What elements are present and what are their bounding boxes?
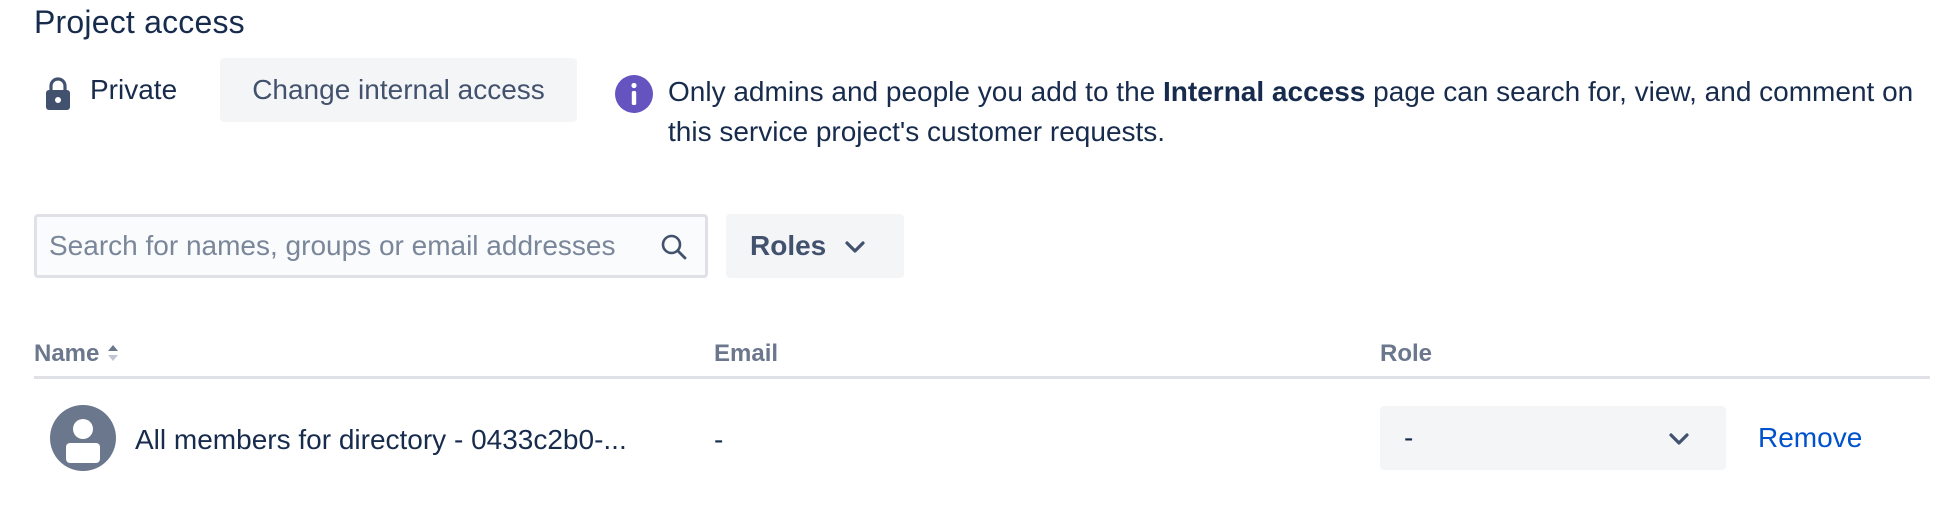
sort-ascending-icon[interactable] (106, 342, 120, 364)
chevron-down-icon (1669, 433, 1689, 445)
page-title: Project access (34, 4, 245, 40)
column-header-email: Email (714, 340, 779, 367)
member-name: All members for directory - 0433c2b0-... (135, 424, 627, 455)
search-input[interactable] (49, 217, 639, 275)
member-email: - (714, 424, 724, 455)
change-internal-access-button[interactable]: Change internal access (220, 58, 577, 122)
info-text-highlight: Internal access (1163, 76, 1366, 107)
access-status-label: Private (90, 74, 178, 105)
chevron-down-icon (845, 241, 865, 253)
access-info-message: Only admins and people you add to the In… (668, 72, 1933, 152)
column-header-role: Role (1380, 340, 1433, 367)
remove-member-link[interactable]: Remove (1758, 422, 1862, 454)
roles-filter-label: Roles (750, 230, 827, 261)
search-icon[interactable] (659, 232, 689, 262)
user-avatar-icon (50, 405, 116, 471)
role-select[interactable]: - (1380, 406, 1726, 470)
role-select-value: - (1404, 422, 1414, 453)
info-text-start: Only admins and people you add to the (668, 76, 1164, 107)
table-header-divider (34, 376, 1930, 379)
search-box (34, 214, 708, 278)
info-icon (615, 75, 653, 113)
column-header-name[interactable]: Name (34, 340, 99, 368)
roles-filter-dropdown[interactable]: Roles (726, 214, 904, 278)
lock-icon (46, 77, 70, 110)
